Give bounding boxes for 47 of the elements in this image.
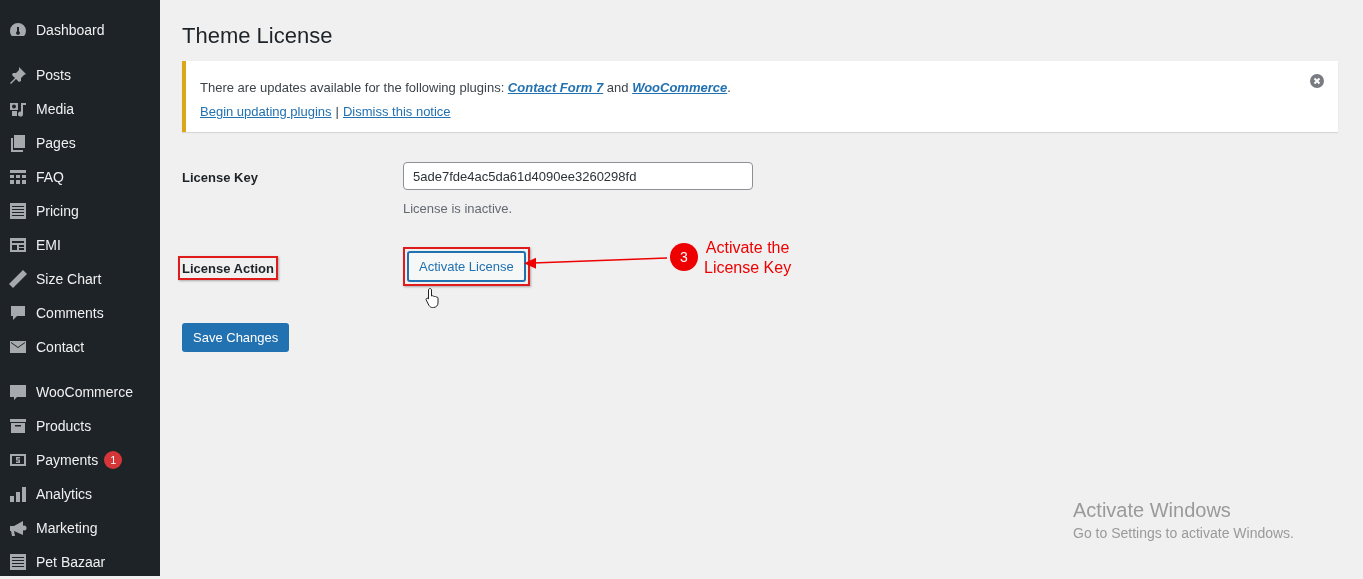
bar-chart-icon [8, 484, 28, 504]
count-badge: 1 [104, 451, 123, 469]
separator-text: | [335, 104, 339, 119]
notice-link[interactable]: Begin updating plugins [200, 104, 332, 119]
sidebar-item[interactable]: FAQ [36, 169, 64, 185]
pages-icon [8, 133, 28, 153]
list-icon [8, 201, 28, 221]
watermark-text: Go to Settings to activate Windows. [1073, 525, 1294, 541]
sidebar-item[interactable]: Analytics [36, 486, 93, 502]
megaphone-icon [8, 518, 28, 538]
sidebar-item[interactable]: Products [36, 418, 92, 434]
sidebar-item[interactable]: Contact [36, 339, 85, 355]
callout-text: Activate the License Key [704, 238, 792, 278]
page-title: Theme License [182, 23, 334, 49]
sidebar-item[interactable]: Media [36, 101, 75, 117]
field-label: License Action [182, 261, 274, 276]
tag-icon [8, 382, 28, 402]
archive-icon [8, 416, 28, 436]
hand-cursor-icon [425, 287, 441, 309]
pin-icon [8, 65, 28, 85]
plugin-link[interactable]: Contact Form 7 [507, 80, 604, 95]
step-number-badge: 3 [670, 243, 698, 271]
close-icon[interactable] [1310, 74, 1324, 88]
list-icon [8, 552, 28, 572]
sidebar-item[interactable]: WooCommerce [36, 384, 133, 400]
sidebar-item[interactable]: Comments [36, 305, 104, 321]
activate-license-button[interactable]: Activate License [407, 251, 526, 282]
notice-link[interactable]: Dismiss this notice [342, 104, 451, 119]
notice-message: There are updates available for the following plugins: Contact Form 7 and WooCommerce. [200, 80, 731, 95]
sidebar-item[interactable]: Payments [36, 452, 99, 468]
sidebar-item[interactable]: Dashboard [36, 22, 105, 38]
sidebar-item[interactable]: Pet Bazaar [36, 554, 106, 570]
save-changes-button[interactable]: Save Changes [182, 323, 290, 352]
ruler-icon [8, 269, 28, 289]
field-label: License Key [182, 169, 259, 187]
sidebar-item[interactable]: Size Chart [36, 271, 102, 287]
table-icon [8, 235, 28, 255]
grid-icon [8, 167, 28, 187]
license-key-field[interactable]: 5ade7fde4ac5da61d4090ee3260298fd [403, 162, 753, 190]
watermark-title: Activate Windows [1073, 499, 1232, 522]
sidebar-item[interactable]: Pricing [36, 203, 79, 219]
sidebar-item[interactable]: EMI [36, 237, 61, 253]
sidebar-item[interactable]: Marketing [36, 520, 98, 536]
license-status-text: License is inactive. [403, 201, 513, 216]
sidebar-item[interactable]: Posts [36, 67, 71, 83]
speech-bubble-icon [8, 303, 28, 323]
sidebar-item[interactable]: Pages [36, 135, 76, 151]
